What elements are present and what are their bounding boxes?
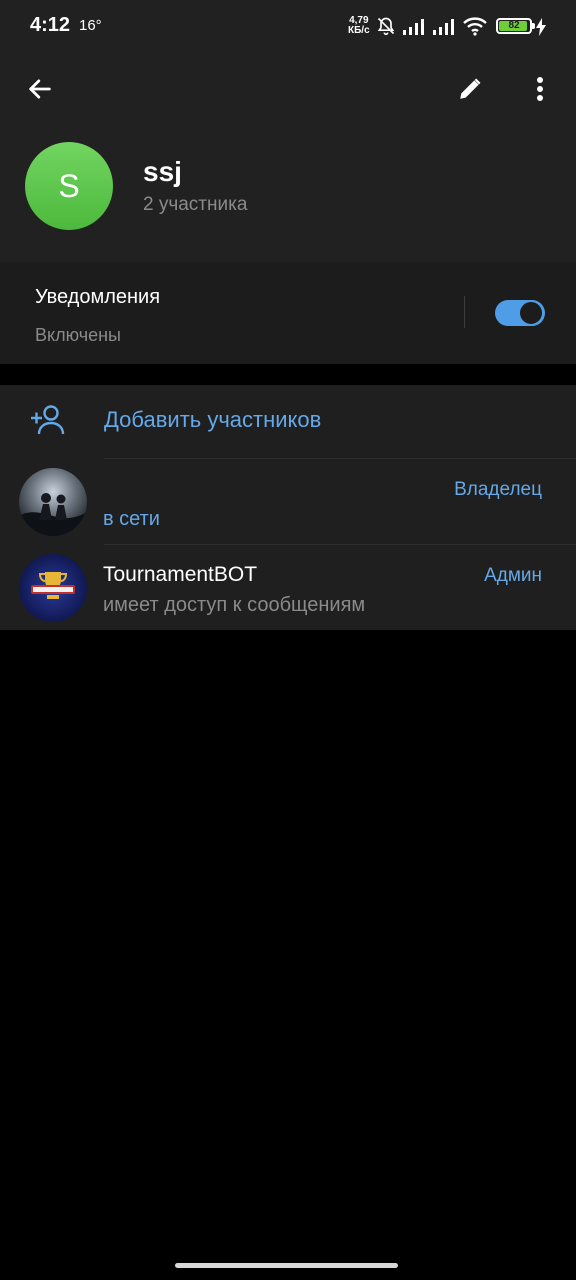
home-indicator[interactable] — [175, 1263, 398, 1268]
member-avatar — [19, 468, 87, 536]
signal-icon-2 — [432, 16, 458, 41]
add-members-button[interactable]: Добавить участников — [0, 385, 576, 459]
pencil-icon — [457, 76, 483, 107]
chat-avatar[interactable]: S — [25, 142, 113, 230]
member-role-owner: Владелец — [454, 479, 542, 500]
chat-avatar-letter: S — [58, 167, 80, 204]
members-section: Добавить участников в сети Владелец Tour… — [0, 385, 576, 630]
notifications-status: Включены — [35, 325, 121, 345]
member-row-owner[interactable]: в сети Владелец — [0, 459, 576, 545]
chat-title: ssj — [143, 156, 182, 187]
charging-icon — [536, 18, 546, 41]
add-user-icon — [30, 404, 68, 441]
status-time: 4:12 — [30, 14, 71, 36]
bot-avatar — [19, 554, 87, 622]
member-status: имеет доступ к сообщениям — [103, 594, 366, 616]
more-button[interactable] — [516, 67, 564, 115]
notifications-toggle[interactable] — [495, 300, 545, 326]
network-speed: 4,79 КБ/с — [348, 16, 370, 36]
add-members-label: Добавить участников — [104, 407, 322, 432]
status-temperature: 16° — [79, 17, 102, 34]
divider — [464, 296, 465, 328]
edit-button[interactable] — [446, 67, 494, 115]
network-speed-unit: КБ/с — [348, 25, 370, 36]
chat-member-count: 2 участника — [143, 194, 248, 215]
member-name: TournamentBOT — [103, 563, 258, 586]
notifications-label: Уведомления — [35, 286, 161, 308]
member-row-bot[interactable]: TournamentBOT имеет доступ к сообщениям … — [0, 545, 576, 631]
back-button[interactable] — [16, 67, 64, 115]
member-status: в сети — [103, 508, 160, 530]
signal-icon — [402, 16, 428, 41]
bell-off-icon — [376, 16, 396, 41]
back-arrow-icon — [26, 75, 54, 108]
notifications-row[interactable]: Уведомления Включены — [0, 262, 576, 364]
member-role-admin: Админ — [484, 565, 542, 586]
toggle-knob — [518, 300, 544, 326]
status-bar: 4:12 16° 4,79 КБ/с 82 — [0, 0, 576, 54]
wifi-icon — [462, 16, 488, 41]
more-vertical-icon — [536, 76, 544, 107]
battery-percent: 82 — [508, 20, 520, 31]
battery-indicator: 82 — [496, 18, 535, 34]
